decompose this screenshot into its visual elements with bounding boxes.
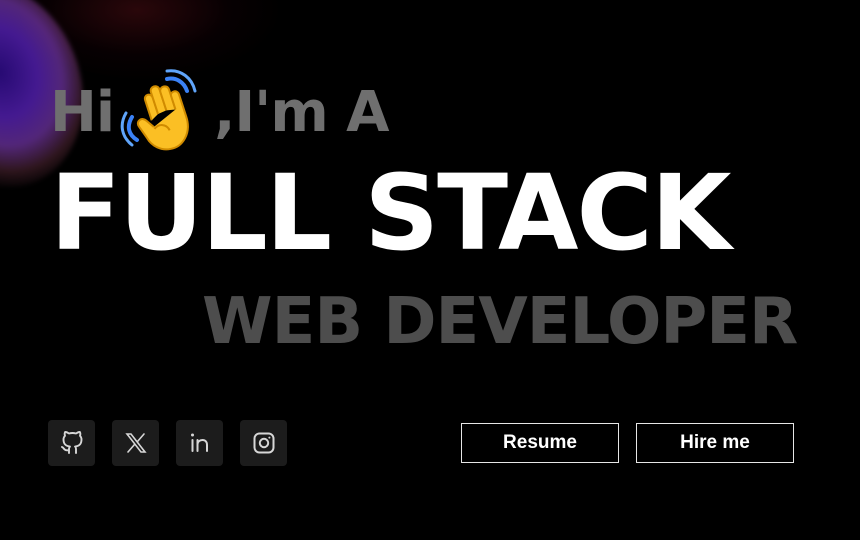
linkedin-icon [188,431,212,455]
instagram-link[interactable] [240,420,287,466]
hero-section: Hi ,I'm A FULL STACK WEB DEVELOPER Resum… [0,0,860,540]
intro-text: ,I'm A [214,80,389,145]
greeting-line: Hi ,I'm A [50,69,390,162]
x-icon [124,431,148,455]
github-icon [60,431,84,455]
hire-me-button[interactable]: Hire me [636,423,794,463]
greeting-text: Hi [50,80,115,145]
action-buttons: Resume Hire me [461,423,794,463]
resume-button[interactable]: Resume [461,423,619,463]
waving-hand-icon [120,69,202,151]
headline: FULL STACK [50,152,731,274]
github-link[interactable] [48,420,95,466]
instagram-icon [252,431,276,455]
linkedin-link[interactable] [176,420,223,466]
x-link[interactable] [112,420,159,466]
social-links [48,420,287,466]
subheadline: WEB DEVELOPER [202,285,798,359]
